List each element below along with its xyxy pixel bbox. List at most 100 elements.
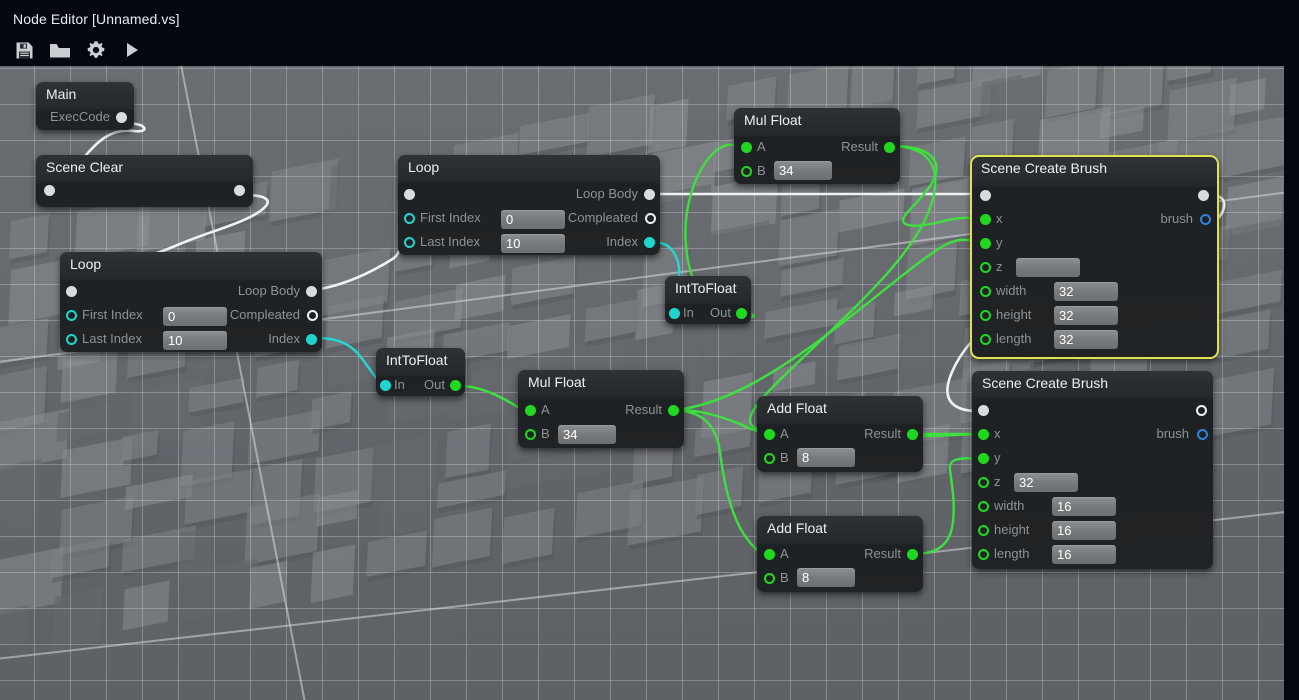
port-label-y: y xyxy=(996,235,1003,250)
node-add-float-1[interactable]: Add Float A Result B 8 xyxy=(757,396,923,472)
input-port-exec[interactable] xyxy=(404,189,415,200)
field-length[interactable]: 16 xyxy=(1052,545,1116,564)
node-loop-1[interactable]: Loop Loop Body First Index 0 Compleated … xyxy=(60,252,322,352)
node-int-to-float-1[interactable]: IntToFloat In Out xyxy=(665,276,751,324)
input-port-last-index[interactable] xyxy=(66,334,77,345)
port-label-b: B xyxy=(780,570,789,585)
output-port-index[interactable] xyxy=(644,237,655,248)
output-port-result[interactable] xyxy=(907,549,918,560)
save-button[interactable] xyxy=(11,38,37,62)
output-port-result[interactable] xyxy=(668,405,679,416)
input-port-last-index[interactable] xyxy=(404,237,415,248)
output-port-loop-body[interactable] xyxy=(306,286,317,297)
field-z[interactable]: 32 xyxy=(1014,473,1078,492)
input-port-y[interactable] xyxy=(980,238,991,249)
input-port-in[interactable] xyxy=(669,308,680,319)
run-button[interactable] xyxy=(119,38,145,62)
output-port-result[interactable] xyxy=(907,429,918,440)
input-port-x[interactable] xyxy=(980,214,991,225)
input-port-x[interactable] xyxy=(978,429,989,440)
field-b[interactable]: 34 xyxy=(558,425,616,444)
input-port-a[interactable] xyxy=(741,142,752,153)
field-last-index[interactable]: 10 xyxy=(501,234,565,253)
port-label-b: B xyxy=(780,450,789,465)
input-port-in[interactable] xyxy=(380,380,391,391)
output-port-exec[interactable] xyxy=(1196,405,1207,416)
node-scene-clear[interactable]: Scene Clear xyxy=(36,155,253,207)
node-title: Mul Float xyxy=(528,374,586,390)
input-port-b[interactable] xyxy=(764,573,775,584)
open-button[interactable] xyxy=(47,38,73,62)
output-port-out[interactable] xyxy=(736,308,747,319)
output-port-compleated[interactable] xyxy=(645,213,656,224)
output-port-loop-body[interactable] xyxy=(644,189,655,200)
field-z[interactable] xyxy=(1016,258,1080,277)
input-port-y[interactable] xyxy=(978,453,989,464)
node-loop-2[interactable]: Loop Loop Body First Index 0 Compleated … xyxy=(398,155,660,255)
field-height[interactable]: 32 xyxy=(1054,306,1118,325)
input-port-first-index[interactable] xyxy=(404,213,415,224)
output-port-exec-code[interactable] xyxy=(116,112,127,123)
input-port-width[interactable] xyxy=(978,501,989,512)
port-label-z: z xyxy=(996,259,1003,274)
port-label-b: B xyxy=(757,163,766,178)
field-height[interactable]: 16 xyxy=(1052,521,1116,540)
node-scene-create-brush-1[interactable]: Scene Create Brush x brush y z width 32 … xyxy=(970,155,1219,359)
input-port-height[interactable] xyxy=(978,525,989,536)
output-port-out[interactable] xyxy=(450,380,461,391)
port-label-y: y xyxy=(994,450,1001,465)
input-port-b[interactable] xyxy=(741,166,752,177)
input-port-a[interactable] xyxy=(764,549,775,560)
port-label-last-index: Last Index xyxy=(82,331,142,346)
output-port-brush[interactable] xyxy=(1197,429,1208,440)
field-length[interactable]: 32 xyxy=(1054,330,1118,349)
input-port-b[interactable] xyxy=(764,453,775,464)
input-port-width[interactable] xyxy=(980,286,991,297)
node-title: Main xyxy=(46,86,77,102)
port-label-first-index: First Index xyxy=(420,210,481,225)
node-mul-float-1[interactable]: Mul Float A Result B 34 xyxy=(734,108,900,184)
port-label-index: Index xyxy=(606,234,638,249)
input-port-height[interactable] xyxy=(980,310,991,321)
port-label-x: x xyxy=(994,426,1001,441)
port-label-a: A xyxy=(780,426,789,441)
field-b[interactable]: 8 xyxy=(797,568,855,587)
input-port-a[interactable] xyxy=(525,405,536,416)
input-port-length[interactable] xyxy=(980,334,991,345)
input-port-a[interactable] xyxy=(764,429,775,440)
input-port-exec[interactable] xyxy=(978,405,989,416)
output-port-index[interactable] xyxy=(306,334,317,345)
field-width[interactable]: 16 xyxy=(1052,497,1116,516)
input-port-first-index[interactable] xyxy=(66,310,77,321)
node-add-float-2[interactable]: Add Float A Result B 8 xyxy=(757,516,923,592)
input-port-z[interactable] xyxy=(980,262,991,273)
settings-button[interactable] xyxy=(83,38,109,62)
input-port-exec[interactable] xyxy=(66,286,77,297)
input-port-b[interactable] xyxy=(525,429,536,440)
node-title: Loop xyxy=(408,159,440,175)
port-label-result: Result xyxy=(864,546,901,561)
output-port-compleated[interactable] xyxy=(307,310,318,321)
field-width[interactable]: 32 xyxy=(1054,282,1118,301)
field-b[interactable]: 8 xyxy=(797,448,855,467)
node-scene-create-brush-2[interactable]: Scene Create Brush x brush y z 32 width … xyxy=(972,371,1213,569)
input-port-z[interactable] xyxy=(978,477,989,488)
input-port-exec[interactable] xyxy=(980,190,991,201)
node-main[interactable]: Main ExecCode xyxy=(36,82,134,130)
port-label-out: Out xyxy=(710,305,731,320)
output-port-brush[interactable] xyxy=(1200,214,1211,225)
output-port-result[interactable] xyxy=(884,142,895,153)
node-title: Add Float xyxy=(767,520,827,536)
field-last-index[interactable]: 10 xyxy=(163,331,227,350)
window-title: Node Editor [Unnamed.vs] xyxy=(13,11,180,27)
field-b[interactable]: 34 xyxy=(774,161,832,180)
input-port-exec[interactable] xyxy=(44,185,55,196)
input-port-length[interactable] xyxy=(978,549,989,560)
field-first-index[interactable]: 0 xyxy=(163,307,227,326)
output-port-exec[interactable] xyxy=(1198,190,1209,201)
output-port-exec[interactable] xyxy=(234,185,245,196)
node-int-to-float-2[interactable]: IntToFloat In Out xyxy=(376,348,465,396)
node-mul-float-2[interactable]: Mul Float A Result B 34 xyxy=(518,370,684,448)
field-first-index[interactable]: 0 xyxy=(501,210,565,229)
port-label-width: width xyxy=(994,498,1025,513)
